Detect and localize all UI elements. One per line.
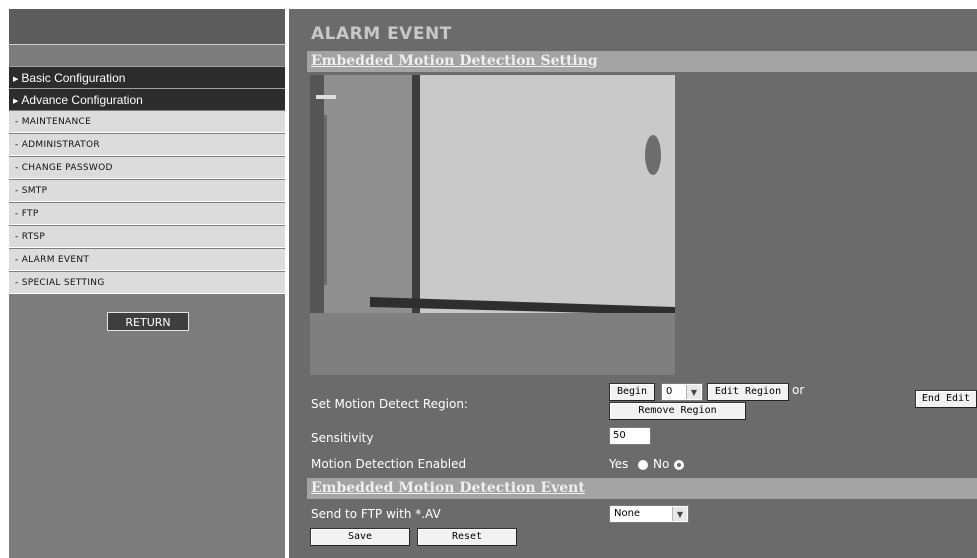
no-label: No: [653, 457, 670, 471]
ftp-select[interactable]: None ▼: [609, 505, 689, 523]
sidebar-header: [9, 9, 285, 45]
sidebar-section-label: Basic Configuration: [21, 71, 126, 85]
motion-enabled-label: Motion Detection Enabled: [311, 457, 467, 471]
begin-button[interactable]: Begin: [609, 383, 655, 401]
ftp-select-value: None: [614, 508, 641, 519]
sidebar: ▶ Basic Configuration ▶ Advance Configurat…: [9, 9, 285, 558]
edit-region-button[interactable]: Edit Region: [707, 383, 789, 401]
no-radio[interactable]: [674, 460, 684, 470]
sidebar-item-alarm-event[interactable]: - ALARM EVENT: [9, 249, 285, 271]
triangle-right-icon: ▶: [13, 76, 19, 83]
sidebar-item-special-setting[interactable]: - SPECIAL SETTING: [9, 272, 285, 294]
reset-button[interactable]: Reset: [417, 528, 517, 546]
motion-region-label: Set Motion Detect Region:: [311, 397, 468, 411]
section-header-motion-event: Embedded Motion Detection Event: [307, 478, 977, 499]
sidebar-item-rtsp[interactable]: - RTSP: [9, 226, 285, 248]
sidebar-item-ftp[interactable]: - FTP: [9, 203, 285, 225]
sidebar-item-smtp[interactable]: - SMTP: [9, 180, 285, 202]
end-edit-button[interactable]: End Edit: [915, 390, 977, 408]
sidebar-section-basic-configuration[interactable]: ▶ Basic Configuration: [9, 66, 285, 88]
sensitivity-label: Sensitivity: [311, 431, 374, 445]
chevron-down-icon: ▼: [686, 385, 701, 399]
main-panel: ALARM EVENT Embedded Motion Detection Se…: [289, 9, 977, 558]
chevron-down-icon: ▼: [672, 507, 687, 521]
page-title: ALARM EVENT: [311, 24, 452, 44]
sidebar-item-maintenance[interactable]: - MAINTENANCE: [9, 111, 285, 133]
sidebar-item-administrator[interactable]: - ADMINISTRATOR: [9, 134, 285, 156]
camera-preview[interactable]: [310, 75, 675, 375]
page: ▶ Basic Configuration ▶ Advance Configurat…: [0, 0, 977, 558]
region-select[interactable]: 0 ▼: [661, 383, 703, 401]
region-select-value: 0: [666, 386, 673, 397]
return-button[interactable]: RETURN: [107, 312, 189, 331]
or-text: or: [792, 383, 805, 397]
yes-radio[interactable]: [638, 460, 648, 470]
sidebar-section-label: Advance Configuration: [21, 93, 143, 107]
triangle-right-icon: ▶: [13, 98, 19, 105]
save-button[interactable]: Save: [310, 528, 410, 546]
sidebar-section-advance-configuration[interactable]: ▶ Advance Configuration: [9, 88, 285, 110]
sensitivity-input[interactable]: 50: [609, 427, 651, 445]
yes-label: Yes: [609, 457, 629, 471]
remove-region-button[interactable]: Remove Region: [609, 402, 746, 420]
section-header-motion-setting: Embedded Motion Detection Setting: [307, 51, 977, 72]
sidebar-item-change-password[interactable]: - CHANGE PASSWOD: [9, 157, 285, 179]
camera-image: [310, 75, 675, 375]
ftp-label: Send to FTP with *.AV: [311, 507, 441, 521]
